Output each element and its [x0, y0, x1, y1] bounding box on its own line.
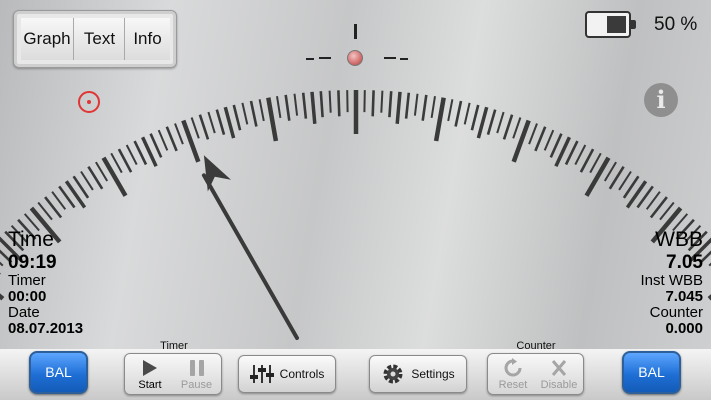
bal-button-right[interactable]: BAL — [622, 351, 681, 394]
timer-group-label: Timer — [160, 340, 188, 352]
gauge-tick — [241, 102, 249, 125]
gauge-tick — [574, 144, 587, 166]
left-readout-panel: Time 09:19 Timer 00:00 Date 08.07.2013 — [8, 228, 83, 337]
gauge-tick — [470, 104, 480, 131]
start-button[interactable]: Start — [128, 356, 172, 392]
gauge-tick — [421, 94, 428, 121]
gauge-tick — [413, 93, 419, 116]
gauge-tick — [380, 90, 384, 113]
gauge-tick — [512, 117, 522, 139]
timer-value: 00:00 — [8, 288, 47, 305]
play-icon — [143, 360, 157, 376]
controls-label: Controls — [279, 367, 325, 381]
disable-button[interactable]: Disable — [537, 356, 581, 392]
timer-controls: Start Pause — [124, 353, 222, 395]
gauge-tick — [371, 90, 375, 117]
gauge-dial — [0, 90, 711, 340]
gauge-tick — [319, 91, 324, 118]
gauge-tick — [165, 126, 178, 152]
timer-label: Timer — [8, 272, 46, 289]
reset-label: Reset — [498, 379, 528, 391]
gauge-tick — [181, 119, 201, 163]
date-label: Date — [8, 304, 40, 321]
reset-button[interactable]: Reset — [491, 356, 535, 392]
settings-button[interactable]: Settings — [369, 355, 467, 393]
gauge-tick — [0, 293, 5, 301]
right-readout-panel: WBB 7.05 Inst WBB 7.045 Counter 0.000 — [640, 228, 703, 337]
gauge-tick — [80, 170, 94, 191]
gauge-tick — [502, 114, 514, 140]
gauge-tick — [463, 102, 471, 125]
gauge-tick — [223, 106, 236, 139]
gauge-tick — [543, 129, 555, 151]
gauge-tick — [125, 144, 138, 166]
counter-group-label: Counter — [516, 340, 556, 352]
gauge-tick — [157, 129, 169, 151]
gauge-tick — [293, 93, 299, 116]
disable-icon — [551, 360, 567, 376]
gear-icon — [383, 364, 403, 384]
gauge-tick — [301, 92, 308, 119]
gauge-tick — [486, 109, 497, 135]
sliders-icon — [249, 365, 274, 383]
gauge-tick — [198, 114, 210, 140]
gauge-needle — [201, 155, 299, 340]
gauge-tick — [584, 156, 611, 197]
bal-button-left[interactable]: BAL — [29, 351, 88, 394]
gauge-tick — [528, 123, 538, 145]
pause-button[interactable]: Pause — [174, 356, 219, 392]
time-value: 09:19 — [8, 252, 57, 273]
gauge-tick — [447, 99, 454, 122]
disable-label: Disable — [540, 379, 578, 391]
gauge-tick — [476, 106, 489, 139]
gauge-tick — [215, 109, 226, 135]
controls-button[interactable]: Controls — [238, 355, 336, 393]
inst-wbb-label: Inst WBB — [640, 272, 703, 289]
gauge-tick — [454, 100, 463, 127]
reset-icon — [504, 358, 522, 377]
gauge-tick — [258, 99, 265, 122]
gauge-tick — [534, 126, 547, 152]
gauge-tick — [496, 111, 505, 134]
gauge-tick — [232, 104, 242, 131]
gauge-scale-ticks — [0, 90, 711, 301]
gauge-tick — [395, 91, 402, 124]
pause-label: Pause — [180, 379, 213, 391]
counter-value: 0.000 — [665, 320, 703, 337]
time-label: Time — [8, 228, 54, 251]
gauge-tick — [101, 156, 128, 197]
gauge-tick — [174, 123, 184, 145]
gauge-tick — [430, 96, 436, 119]
gauge-tick — [433, 97, 446, 142]
counter-controls: Reset Disable — [487, 353, 584, 395]
gauge-tick — [64, 180, 87, 209]
gauge-tick — [388, 91, 393, 118]
counter-label: Counter — [649, 304, 703, 321]
gauge-tick — [207, 111, 216, 134]
bottom-toolbar — [0, 349, 711, 400]
gauge-tick — [284, 94, 291, 121]
date-value: 08.07.2013 — [8, 320, 84, 337]
gauge-tick — [310, 91, 317, 124]
gauge-tick — [618, 170, 632, 191]
gauge-tick — [337, 90, 341, 117]
pause-icon — [190, 360, 204, 376]
gauge-tick — [190, 117, 200, 139]
inst-wbb-value: 7.045 — [665, 288, 703, 305]
settings-label: Settings — [411, 367, 455, 381]
wbb-value: 7.05 — [666, 252, 703, 273]
gauge-tick — [249, 100, 258, 127]
gauge-tick — [328, 90, 332, 113]
gauge-tick — [404, 92, 411, 119]
gauge-tick — [625, 180, 648, 209]
start-label: Start — [138, 379, 162, 391]
wbb-label: WBB — [655, 228, 703, 251]
gauge-tick — [511, 119, 531, 163]
gauge-tick — [266, 97, 279, 142]
gauge-tick — [276, 96, 282, 119]
